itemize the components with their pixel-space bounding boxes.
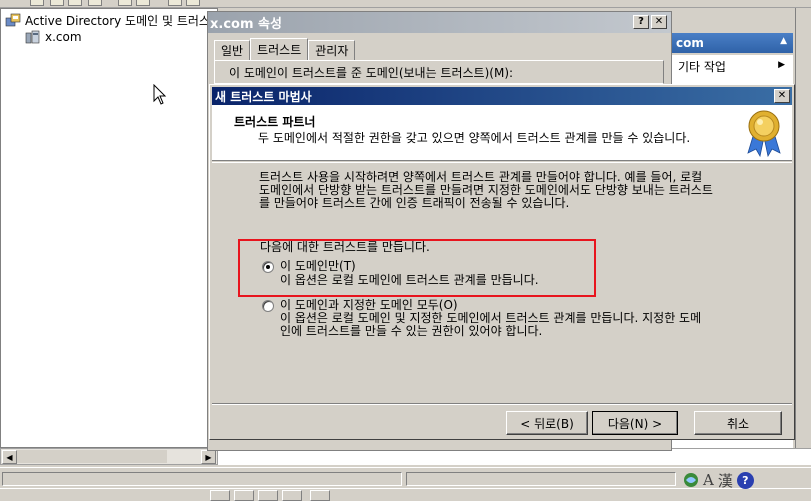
cancel-button[interactable]: 취소 — [694, 411, 782, 435]
tree-item-domain[interactable]: x.com — [25, 28, 82, 46]
props-titlebar[interactable]: x.com 속성 — [208, 12, 671, 33]
close-icon[interactable]: ✕ — [651, 15, 667, 29]
mmc-toolbar — [0, 0, 811, 8]
wizard-page-subtitle: 두 도메인에서 적절한 권한을 갖고 있으면 양쪽에서 트러스트 관계를 만들 … — [258, 131, 691, 145]
tab-trusts[interactable]: 트러스트 — [250, 38, 309, 60]
help-button[interactable]: ? — [633, 15, 649, 29]
actions-pane-header[interactable]: com ▲ — [672, 33, 793, 53]
status-segment — [2, 472, 402, 486]
console-tree[interactable]: Active Directory 도메인 및 트러스트 x.com — [0, 8, 221, 448]
actions-header-label: com — [676, 36, 704, 50]
taskbar-button[interactable] — [282, 490, 302, 501]
tree-item-root[interactable]: Active Directory 도메인 및 트러스트 — [5, 11, 221, 29]
toolbar-button[interactable] — [50, 0, 64, 6]
tree-horizontal-scrollbar[interactable]: ◀ ▶ — [0, 448, 218, 465]
scroll-left-icon[interactable]: ◀ — [2, 450, 17, 464]
new-trust-wizard: 새 트러스트 마법사 ✕ 트러스트 파트너 두 도메인에서 적절한 권한을 갖고… — [209, 84, 795, 440]
domain-icon — [25, 30, 41, 44]
help-icon[interactable]: ? — [736, 471, 754, 489]
outgoing-trusts-label: 이 도메인이 트러스트를 준 도메인(보내는 트러스트)(M): — [214, 60, 664, 84]
radio-both-domains[interactable] — [262, 300, 274, 312]
button-separator — [212, 403, 792, 405]
tab-managed-by[interactable]: 관리자 — [308, 40, 356, 60]
actions-more-item[interactable]: 기타 작업 ▶ — [672, 55, 793, 77]
ad-domains-icon — [5, 13, 21, 27]
wizard-title: 새 트러스트 마법사 — [215, 89, 312, 104]
toolbar-button[interactable] — [186, 0, 200, 6]
header-divider — [212, 162, 792, 163]
ime-toolbar: A 漢 ? — [683, 469, 793, 491]
taskbar-button[interactable] — [310, 490, 330, 501]
ime-hanja-button[interactable]: 漢 — [718, 470, 733, 491]
collapse-up-icon[interactable]: ▲ — [780, 36, 787, 46]
status-segment — [406, 472, 676, 486]
scroll-right-icon[interactable]: ▶ — [201, 450, 216, 464]
tab-general[interactable]: 일반 — [214, 40, 251, 60]
toolbar-button[interactable] — [168, 0, 182, 6]
props-title: x.com 속성 — [210, 17, 282, 32]
back-button[interactable]: < 뒤로(B) — [506, 411, 588, 435]
props-tabs: 일반 트러스트 관리자 — [214, 38, 356, 60]
award-ribbon-icon — [744, 109, 784, 158]
actions-item-label: 기타 작업 — [678, 59, 726, 74]
taskbar-button[interactable] — [234, 490, 254, 501]
submenu-arrow-icon: ▶ — [778, 60, 785, 70]
close-icon[interactable]: ✕ — [774, 89, 790, 103]
taskbar-button[interactable] — [210, 490, 230, 501]
scrollbar-thumb[interactable] — [17, 450, 167, 463]
wizard-titlebar[interactable]: 새 트러스트 마법사 — [212, 87, 792, 105]
ime-language-icon[interactable] — [683, 472, 699, 488]
wizard-header: 트러스트 파트너 두 도메인에서 적절한 권한을 갖고 있으면 양쪽에서 트러스… — [212, 105, 792, 161]
toolbar-button[interactable] — [30, 0, 44, 6]
wizard-page-title: 트러스트 파트너 — [234, 115, 316, 129]
tree-item-label: x.com — [45, 30, 82, 44]
option-description: 이 옵션은 로컬 도메인 및 지정한 도메인에서 트러스트 관계를 만듭니다. … — [280, 312, 701, 338]
toolbar-button[interactable] — [68, 0, 82, 6]
toolbar-button[interactable] — [88, 0, 102, 6]
toolbar-button[interactable] — [118, 0, 132, 6]
highlight-annotation-box — [238, 239, 596, 297]
tree-item-label: Active Directory 도메인 및 트러스트 — [25, 13, 222, 28]
mouse-pointer-icon — [153, 83, 167, 106]
option-description-line: 인에 트러스트를 만들 수 있는 권한이 있어야 합니다. — [280, 324, 543, 338]
intro-line: 를 만들어야 트러스트 간에 인증 트래픽이 전송될 수 있습니다. — [259, 196, 570, 210]
next-button[interactable]: 다음(N) > — [592, 411, 678, 435]
taskbar-button[interactable] — [258, 490, 278, 501]
ime-mode-toggle[interactable]: A — [703, 471, 714, 489]
toolbar-button[interactable] — [136, 0, 150, 6]
window-edge — [795, 8, 811, 448]
intro-paragraph: 트러스트 사용을 시작하려면 양쪽에서 트러스트 관계를 만들어야 합니다. 예… — [259, 171, 759, 210]
